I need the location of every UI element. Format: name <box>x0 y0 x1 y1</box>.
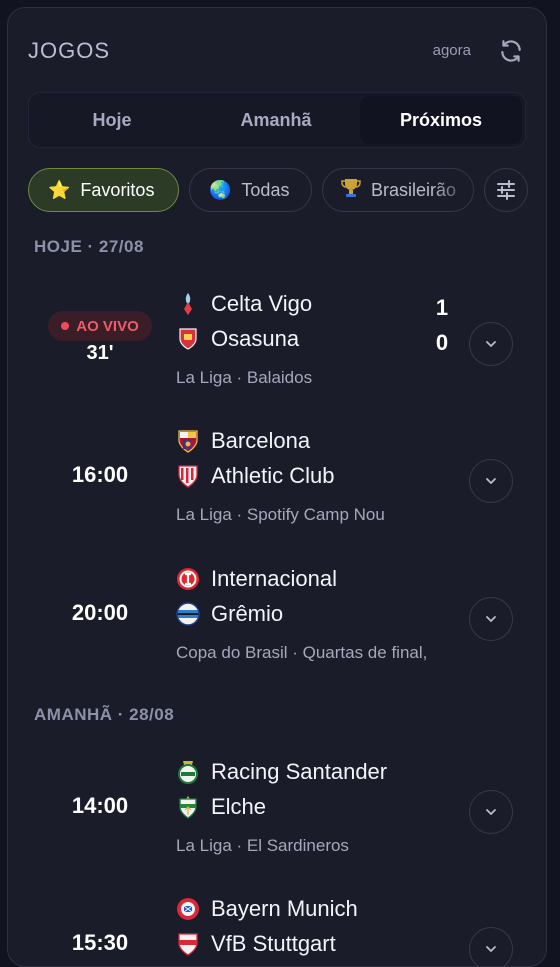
filter-settings-button[interactable] <box>484 168 528 212</box>
chevron-down-icon <box>486 341 496 347</box>
celta-vigo-crest-icon <box>176 292 200 316</box>
away-team: Grêmio <box>176 598 283 630</box>
away-team: Osasuna <box>176 323 299 355</box>
match-time: 14:00 <box>71 793 129 818</box>
last-updated-label: agora <box>432 42 471 59</box>
expand-match-button[interactable] <box>469 927 513 966</box>
star-icon: ⭐ <box>48 179 71 200</box>
tab-amanha[interactable]: Amanhã <box>196 96 356 144</box>
elche-crest-icon <box>176 795 200 819</box>
match-row[interactable]: 20:00 Internacional Grêmio Copa do Brasi… <box>8 559 546 679</box>
header: JOGOS agora <box>28 36 526 66</box>
match-row[interactable]: AO VIVO 31' Celta Vigo 1 Osasuna 0 La Li… <box>8 284 546 404</box>
match-meta: La Liga · Spotify Camp Nou <box>176 505 385 524</box>
matches-panel: JOGOS agora Hoje Amanhã Próximos ⭐ Favor… <box>7 7 547 967</box>
expand-match-button[interactable] <box>469 790 513 834</box>
refresh-button[interactable] <box>496 36 526 66</box>
match-meta: La Liga · El Sardineros <box>176 836 349 855</box>
refresh-icon <box>501 40 521 62</box>
home-team: Internacional <box>176 563 337 595</box>
osasuna-crest-icon <box>176 327 200 351</box>
chevron-down-icon <box>486 946 496 952</box>
home-team: Celta Vigo <box>176 288 312 320</box>
away-team: VfB Stuttgart <box>176 928 336 960</box>
page-title: JOGOS <box>28 38 111 63</box>
trophy-icon <box>341 177 361 204</box>
bayern-munich-crest-icon <box>176 897 200 921</box>
match-time: 20:00 <box>71 600 129 625</box>
match-row[interactable]: 15:30 Bayern Munich VfB Stuttgart <box>8 889 546 966</box>
match-row[interactable]: 16:00 Barcelona Athletic Club La Liga · … <box>8 421 546 541</box>
racing-santander-crest-icon <box>176 760 200 784</box>
live-badge: AO VIVO <box>48 311 152 341</box>
chip-brasileirao[interactable]: Brasileirão <box>322 168 474 212</box>
home-score: 1 <box>435 295 449 320</box>
globe-icon: 🌏 <box>209 179 232 200</box>
tab-proximos[interactable]: Próximos <box>360 96 522 144</box>
live-dot-icon <box>61 322 70 330</box>
home-team: Racing Santander <box>176 756 387 788</box>
chevron-down-icon <box>486 616 496 622</box>
match-meta: La Liga · Balaidos <box>176 368 313 387</box>
athletic-club-crest-icon <box>176 464 200 488</box>
section-label-tomorrow: AMANHÃ · 28/08 <box>34 705 175 724</box>
gremio-crest-icon <box>176 602 200 626</box>
barcelona-crest-icon <box>176 429 200 453</box>
away-team: Elche <box>176 791 266 823</box>
tab-hoje[interactable]: Hoje <box>32 96 192 144</box>
match-meta: Copa do Brasil · Quartas de final, <box>176 643 428 662</box>
chip-label: Favoritos <box>80 179 155 200</box>
match-time: 15:30 <box>71 930 129 955</box>
chip-label: Todas <box>241 179 290 200</box>
expand-match-button[interactable] <box>469 597 513 641</box>
home-team: Barcelona <box>176 425 310 457</box>
section-label-today: HOJE · 27/08 <box>34 237 144 256</box>
expand-match-button[interactable] <box>469 459 513 503</box>
internacional-crest-icon <box>176 567 200 591</box>
chip-todas[interactable]: 🌏 Todas <box>189 168 312 212</box>
chevron-down-icon <box>486 809 496 815</box>
vfb-stuttgart-crest-icon <box>176 932 200 956</box>
expand-match-button[interactable] <box>469 322 513 366</box>
chip-favoritos[interactable]: ⭐ Favoritos <box>28 168 179 212</box>
away-team: Athletic Club <box>176 460 335 492</box>
day-tabs: Hoje Amanhã Próximos <box>28 92 526 148</box>
sliders-icon <box>497 180 515 200</box>
chevron-down-icon <box>486 478 496 484</box>
match-minute: 31' <box>86 342 114 364</box>
filter-chips: ⭐ Favoritos 🌏 Todas Brasileirão <box>28 168 546 212</box>
away-score: 0 <box>435 330 449 355</box>
home-team: Bayern Munich <box>176 893 358 925</box>
match-row[interactable]: 14:00 Racing Santander Elche La Liga · E… <box>8 752 546 872</box>
match-time: 16:00 <box>71 462 129 487</box>
